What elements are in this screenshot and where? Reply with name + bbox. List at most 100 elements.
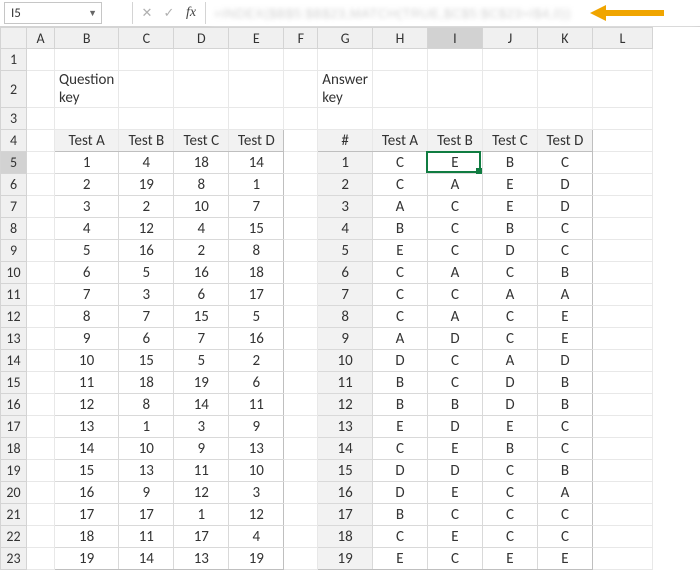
cell-H22[interactable]: C <box>372 526 427 548</box>
cell-J23[interactable]: E <box>482 548 537 570</box>
cell-A9[interactable] <box>27 240 55 262</box>
cell-D12[interactable]: 15 <box>174 306 229 328</box>
cell-F9[interactable] <box>284 240 318 262</box>
cell-H6[interactable]: C <box>372 174 427 196</box>
cell-C3[interactable] <box>119 108 174 130</box>
cell-G19[interactable]: 15 <box>318 460 373 482</box>
cell-B18[interactable]: 14 <box>55 438 119 460</box>
col-header-C[interactable]: C <box>119 28 174 49</box>
cell-L21[interactable] <box>592 504 652 526</box>
cell-K21[interactable]: C <box>537 504 592 526</box>
row-header-23[interactable]: 23 <box>1 548 27 570</box>
row-header-7[interactable]: 7 <box>1 196 27 218</box>
cell-L9[interactable] <box>592 240 652 262</box>
cell-D5[interactable]: 18 <box>174 152 229 174</box>
cell-A11[interactable] <box>27 284 55 306</box>
cell-K16[interactable]: B <box>537 394 592 416</box>
cell-A23[interactable] <box>27 548 55 570</box>
row-header-16[interactable]: 16 <box>1 394 27 416</box>
cell-I18[interactable]: E <box>427 438 482 460</box>
cell-I20[interactable]: E <box>427 482 482 504</box>
cell-C1[interactable] <box>119 49 174 71</box>
cell-C4[interactable]: Test B <box>119 130 174 152</box>
cell-L1[interactable] <box>592 49 652 71</box>
cell-H17[interactable]: E <box>372 416 427 438</box>
cell-F10[interactable] <box>284 262 318 284</box>
cell-H20[interactable]: D <box>372 482 427 504</box>
cell-D6[interactable]: 8 <box>174 174 229 196</box>
cell-J14[interactable]: A <box>482 350 537 372</box>
cell-I5[interactable]: E <box>427 152 482 174</box>
cell-J18[interactable]: B <box>482 438 537 460</box>
cell-K4[interactable]: Test D <box>537 130 592 152</box>
cell-E3[interactable] <box>229 108 284 130</box>
cell-H5[interactable]: C <box>372 152 427 174</box>
cell-K23[interactable]: E <box>537 548 592 570</box>
row-header-4[interactable]: 4 <box>1 130 27 152</box>
cell-B14[interactable]: 10 <box>55 350 119 372</box>
cell-B19[interactable]: 15 <box>55 460 119 482</box>
cell-H13[interactable]: A <box>372 328 427 350</box>
row-header-14[interactable]: 14 <box>1 350 27 372</box>
cell-D8[interactable]: 4 <box>174 218 229 240</box>
cell-D7[interactable]: 10 <box>174 196 229 218</box>
cell-E1[interactable] <box>229 49 284 71</box>
cell-A1[interactable] <box>27 49 55 71</box>
cell-K14[interactable]: D <box>537 350 592 372</box>
cell-H4[interactable]: Test A <box>372 130 427 152</box>
cell-G11[interactable]: 7 <box>318 284 373 306</box>
cell-F6[interactable] <box>284 174 318 196</box>
cell-D14[interactable]: 5 <box>174 350 229 372</box>
cell-E13[interactable]: 16 <box>229 328 284 350</box>
row-header-11[interactable]: 11 <box>1 284 27 306</box>
cell-G18[interactable]: 14 <box>318 438 373 460</box>
cell-A4[interactable] <box>27 130 55 152</box>
cell-C23[interactable]: 14 <box>119 548 174 570</box>
cell-F16[interactable] <box>284 394 318 416</box>
cell-I19[interactable]: D <box>427 460 482 482</box>
cell-A10[interactable] <box>27 262 55 284</box>
cell-E23[interactable]: 19 <box>229 548 284 570</box>
cell-H21[interactable]: B <box>372 504 427 526</box>
cell-B4[interactable]: Test A <box>55 130 119 152</box>
cell-I11[interactable]: C <box>427 284 482 306</box>
cell-E14[interactable]: 2 <box>229 350 284 372</box>
cell-K22[interactable]: C <box>537 526 592 548</box>
cell-F22[interactable] <box>284 526 318 548</box>
row-header-13[interactable]: 13 <box>1 328 27 350</box>
name-box[interactable]: I5 ▼ <box>4 2 102 24</box>
cell-K18[interactable]: C <box>537 438 592 460</box>
cell-B23[interactable]: 19 <box>55 548 119 570</box>
col-header-J[interactable]: J <box>482 28 537 49</box>
cell-I10[interactable]: A <box>427 262 482 284</box>
cell-K9[interactable]: C <box>537 240 592 262</box>
col-header-H[interactable]: H <box>372 28 427 49</box>
cell-H1[interactable] <box>372 49 427 71</box>
cell-C21[interactable]: 17 <box>119 504 174 526</box>
cell-I22[interactable]: E <box>427 526 482 548</box>
cell-L10[interactable] <box>592 262 652 284</box>
cell-J10[interactable]: C <box>482 262 537 284</box>
cell-L13[interactable] <box>592 328 652 350</box>
cell-A6[interactable] <box>27 174 55 196</box>
cell-B5[interactable]: 1 <box>55 152 119 174</box>
cell-C9[interactable]: 16 <box>119 240 174 262</box>
cell-I12[interactable]: A <box>427 306 482 328</box>
cell-F5[interactable] <box>284 152 318 174</box>
cell-E21[interactable]: 12 <box>229 504 284 526</box>
cell-D19[interactable]: 11 <box>174 460 229 482</box>
cancel-icon[interactable]: ✕ <box>137 3 157 23</box>
cell-C12[interactable]: 7 <box>119 306 174 328</box>
cell-F8[interactable] <box>284 218 318 240</box>
cell-E2[interactable] <box>229 71 284 108</box>
row-header-10[interactable]: 10 <box>1 262 27 284</box>
cell-F12[interactable] <box>284 306 318 328</box>
cell-G9[interactable]: 5 <box>318 240 373 262</box>
row-header-17[interactable]: 17 <box>1 416 27 438</box>
cell-L12[interactable] <box>592 306 652 328</box>
cell-G14[interactable]: 10 <box>318 350 373 372</box>
cell-A7[interactable] <box>27 196 55 218</box>
cell-L16[interactable] <box>592 394 652 416</box>
cell-L6[interactable] <box>592 174 652 196</box>
cell-I2[interactable] <box>427 71 482 108</box>
